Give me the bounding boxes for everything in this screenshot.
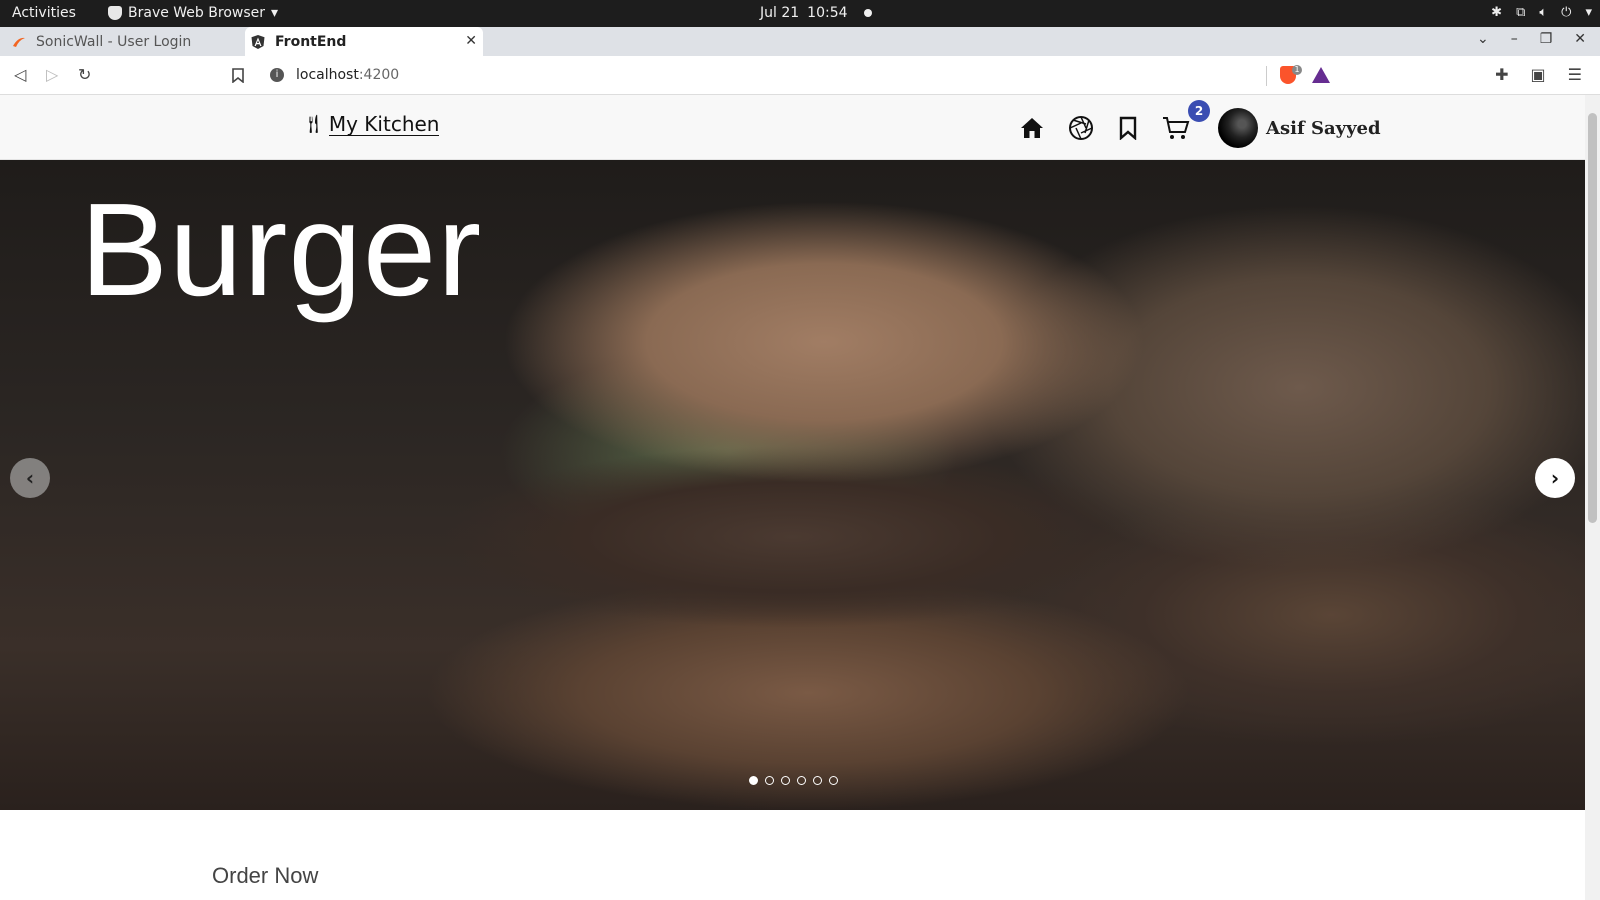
tab-sonicwall[interactable]: SonicWall - User Login xyxy=(0,27,244,56)
page-scrollbar[interactable] xyxy=(1585,95,1600,900)
cart-icon xyxy=(1163,117,1190,139)
hero-carousel: Burger ‹ › xyxy=(0,160,1585,810)
fork-knife-icon: 🍴︎ xyxy=(302,114,325,135)
clock-date: Jul 21 xyxy=(760,5,800,21)
carousel-indicator[interactable] xyxy=(797,776,806,785)
carousel-indicator[interactable] xyxy=(781,776,790,785)
clock[interactable]: Jul 21 10:54 xyxy=(760,5,872,21)
cart-button[interactable]: 2 xyxy=(1162,100,1210,140)
hero-title: Burger xyxy=(80,176,483,323)
close-window-icon[interactable]: ✕ xyxy=(1574,31,1586,47)
tab-search-icon[interactable]: ⌄ xyxy=(1477,31,1489,47)
user-profile[interactable]: Asif Sayyed xyxy=(1218,108,1381,148)
volume-icon[interactable]: 🔈︎ xyxy=(1539,4,1547,22)
separator xyxy=(1266,66,1267,86)
url-host: localhost xyxy=(296,67,359,83)
shield-count-badge: 1 xyxy=(1292,65,1302,75)
app-menu-label: Brave Web Browser xyxy=(128,5,265,21)
back-icon[interactable]: ◁ xyxy=(14,65,26,84)
chevron-right-icon: › xyxy=(1550,466,1560,490)
chevron-left-icon: ‹ xyxy=(25,466,35,490)
restore-icon[interactable]: ❐ xyxy=(1540,31,1553,47)
system-top-bar: Activities Brave Web Browser ▾ Jul 21 10… xyxy=(0,0,1600,27)
forward-icon[interactable]: ▷ xyxy=(46,65,58,84)
app-menu[interactable]: Brave Web Browser ▾ xyxy=(108,5,278,21)
site-info-icon[interactable]: i xyxy=(270,68,284,82)
toolbar: ◁ ▷ ↻ i localhost:4200 1 ✚ ▣ ☰ xyxy=(0,56,1600,95)
caret-down-icon: ▾ xyxy=(271,5,279,21)
wallet-icon[interactable]: ▣ xyxy=(1531,65,1546,84)
aperture-icon[interactable] xyxy=(1068,115,1094,141)
bookmark-icon[interactable] xyxy=(1118,116,1138,140)
reload-icon[interactable]: ↻ xyxy=(78,65,91,84)
carousel-indicator[interactable] xyxy=(765,776,774,785)
carousel-indicator[interactable] xyxy=(813,776,822,785)
header-nav: 2 xyxy=(1020,100,1210,141)
url-port: :4200 xyxy=(358,67,400,83)
close-tab-icon[interactable]: ✕ xyxy=(465,33,477,49)
site-logo[interactable]: 🍴︎ My Kitchen xyxy=(302,112,440,136)
minimize-icon[interactable]: – xyxy=(1511,31,1518,47)
slack-icon[interactable]: ✱ xyxy=(1491,4,1502,22)
carousel-prev-button[interactable]: ‹ xyxy=(10,458,50,498)
clock-time: 10:54 xyxy=(807,5,848,21)
user-name: Asif Sayyed xyxy=(1266,117,1381,139)
tab-title: SonicWall - User Login xyxy=(36,33,192,50)
carousel-indicator[interactable] xyxy=(829,776,838,785)
network-icon[interactable]: ⧉ xyxy=(1516,4,1525,22)
brave-lion-icon xyxy=(108,6,122,20)
window-controls: ⌄ – ❐ ✕ xyxy=(1477,31,1586,47)
system-tray[interactable]: ✱ ⧉ 🔈︎ ⏻ ▾ xyxy=(1491,4,1592,22)
brave-rewards-icon[interactable] xyxy=(1312,67,1330,83)
scrollbar-thumb[interactable] xyxy=(1588,113,1597,523)
carousel-indicator[interactable] xyxy=(749,776,758,785)
carousel-indicators xyxy=(749,776,838,785)
address-bar[interactable]: i localhost:4200 xyxy=(260,60,1340,90)
activities-button[interactable]: Activities xyxy=(12,5,76,21)
extensions-icon[interactable]: ✚ xyxy=(1495,65,1508,84)
page-viewport: 🍴︎ My Kitchen 2 Asif Sayyed Burger ‹ › O… xyxy=(0,95,1585,900)
home-icon[interactable] xyxy=(1020,117,1044,139)
menu-icon[interactable]: ☰ xyxy=(1568,65,1582,84)
power-icon[interactable]: ⏻ xyxy=(1561,4,1571,22)
tray-caret-icon[interactable]: ▾ xyxy=(1585,4,1592,22)
sonicwall-favicon-icon xyxy=(13,37,25,47)
tab-title: FrontEnd xyxy=(275,33,347,50)
toolbar-actions: ✚ ▣ ☰ xyxy=(1495,65,1582,84)
avatar xyxy=(1218,108,1258,148)
site-header: 🍴︎ My Kitchen 2 Asif Sayyed xyxy=(0,95,1585,160)
angular-favicon-icon xyxy=(251,34,265,49)
bookmark-page-icon[interactable] xyxy=(232,68,244,83)
cart-count-badge: 2 xyxy=(1188,100,1210,122)
logo-text: My Kitchen xyxy=(328,112,440,136)
tab-frontend[interactable]: FrontEnd ✕ xyxy=(245,27,483,56)
tab-strip: SonicWall - User Login FrontEnd ✕ + ⌄ – … xyxy=(0,27,1600,81)
carousel-next-button[interactable]: › xyxy=(1535,458,1575,498)
section-heading: Order Now xyxy=(212,863,319,888)
notification-dot-icon xyxy=(863,9,872,17)
